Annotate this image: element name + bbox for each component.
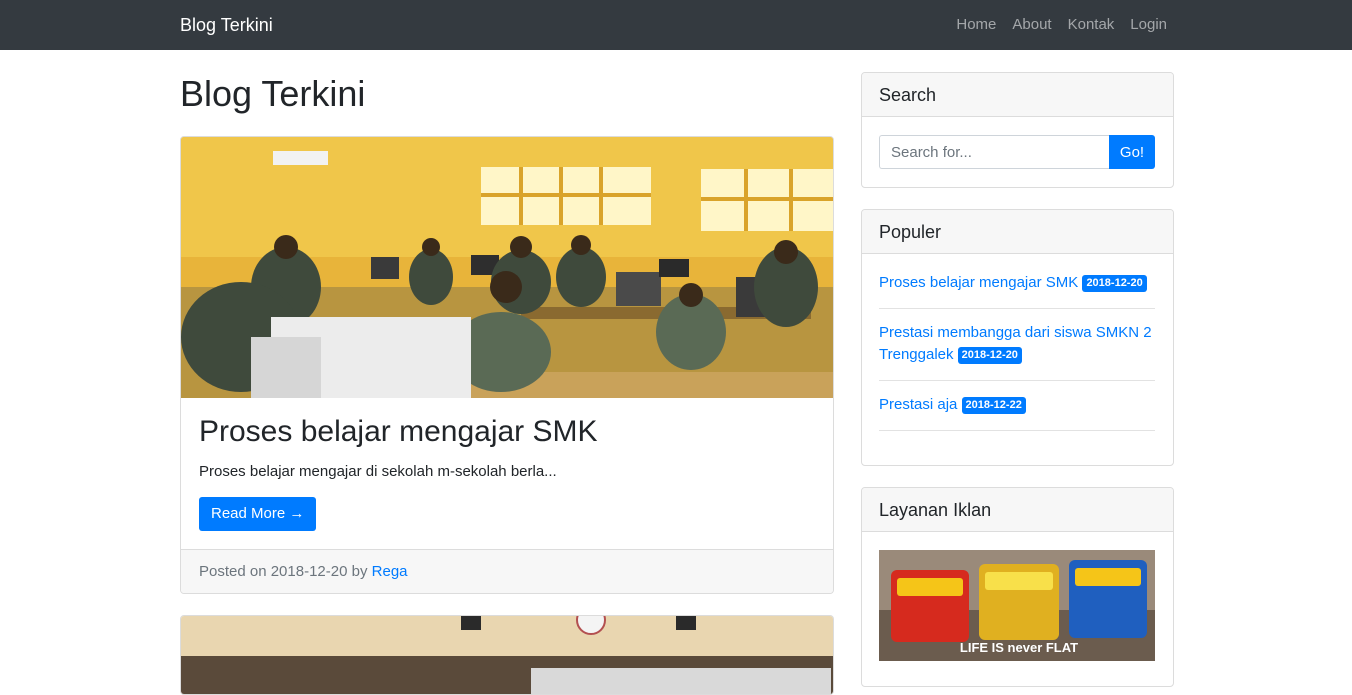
post-image[interactable] (181, 137, 833, 398)
chips-ad-image: LIFE IS never FLAT (879, 550, 1155, 661)
ad-widget: Layanan Iklan LIFE IS never FLAT (861, 487, 1174, 687)
author-link[interactable]: Rega (372, 563, 408, 580)
search-widget: Search Go! (861, 72, 1174, 188)
post-title[interactable]: Proses belajar mengajar SMK (199, 414, 598, 450)
post-image[interactable] (181, 616, 833, 694)
nav-link-login[interactable]: Login (1130, 16, 1167, 34)
populer-widget: Populer Proses belajar mengajar SMK 2018… (861, 209, 1174, 466)
post-card: Proses belajar mengajar SMK Proses belaj… (180, 136, 834, 594)
navbar-brand[interactable]: Blog Terkini (180, 14, 273, 36)
populer-link[interactable]: Prestasi aja (879, 396, 962, 413)
nav-link-home[interactable]: Home (956, 16, 996, 34)
ad-slogan: LIFE IS never FLAT (960, 640, 1078, 655)
top-navbar: Blog Terkini Home About Kontak Login (0, 0, 1352, 50)
list-item: Proses belajar mengajar SMK 2018-12-20 (879, 265, 1155, 309)
list-item: Prestasi membangga dari siswa SMKN 2 Tre… (879, 309, 1155, 381)
search-input[interactable] (879, 135, 1109, 169)
date-badge: 2018-12-20 (957, 347, 1022, 364)
posted-on-text: Posted on 2018-12-20 by (199, 563, 368, 580)
post-meta: Posted on 2018-12-20 by Rega (181, 549, 833, 593)
populer-link[interactable]: Proses belajar mengajar SMK (879, 274, 1082, 291)
populer-list: Proses belajar mengajar SMK 2018-12-20 P… (879, 265, 1155, 431)
ad-banner[interactable]: LIFE IS never FLAT (879, 550, 1155, 661)
search-form: Go! (879, 135, 1155, 169)
list-item: Prestasi aja 2018-12-22 (879, 381, 1155, 431)
search-widget-title: Search (862, 73, 1173, 117)
post-excerpt: Proses belajar mengajar di sekolah m-sek… (199, 463, 557, 480)
read-more-button[interactable]: Read More → (199, 497, 317, 531)
date-badge: 2018-12-22 (961, 397, 1026, 414)
nav-link-kontak[interactable]: Kontak (1068, 16, 1115, 34)
post-card (180, 615, 834, 695)
search-go-button[interactable]: Go! (1109, 135, 1155, 169)
date-badge: 2018-12-20 (1082, 275, 1147, 292)
post-photo (181, 616, 833, 694)
post-body: Proses belajar mengajar SMK Proses belaj… (181, 398, 833, 549)
navbar-links: Home About Kontak Login (940, 16, 1167, 34)
nav-link-about[interactable]: About (1012, 16, 1051, 34)
classroom-photo (181, 137, 833, 398)
page-title: Blog Terkini (180, 73, 366, 114)
ad-widget-title: Layanan Iklan (862, 488, 1173, 532)
populer-widget-title: Populer (862, 210, 1173, 254)
